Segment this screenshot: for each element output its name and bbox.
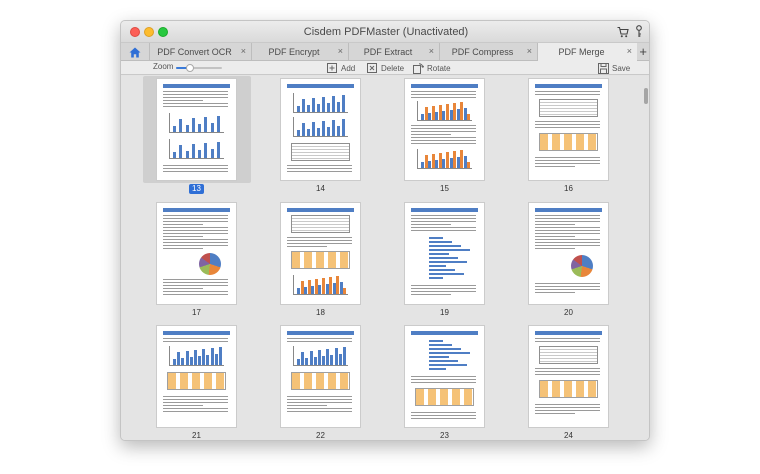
page-thumbnail-cell[interactable]: 21 (143, 323, 243, 440)
title-bar: Cisdem PDFMaster (Unactivated) (121, 21, 649, 43)
page-number-label: 13 (189, 184, 204, 194)
page-number: 13 (157, 184, 236, 194)
page-number-label: 19 (440, 308, 449, 317)
tab-pdf-compress[interactable]: PDF Compress × (439, 43, 537, 61)
tab-close-button[interactable]: × (527, 46, 532, 56)
page-thumbnail[interactable] (529, 326, 608, 427)
zoom-slider-knob[interactable] (185, 64, 194, 72)
page-thumbnail[interactable] (281, 79, 360, 180)
page-number: 16 (529, 184, 608, 194)
home-icon (129, 47, 141, 57)
tab-close-button[interactable]: × (338, 46, 343, 56)
page-number-label: 16 (564, 184, 573, 193)
page-thumbnail-cell[interactable]: 13 (143, 76, 251, 194)
page-number-label: 20 (564, 308, 573, 317)
rotate-button-label: Rotate (427, 63, 451, 73)
add-tab-button[interactable]: + (639, 44, 647, 59)
page-number-label: 14 (316, 184, 325, 193)
tab-bar: PDF Convert OCR × PDF Encrypt × PDF Extract ×… (121, 43, 649, 61)
page-number-label: 17 (192, 308, 201, 317)
delete-button[interactable]: Delete (367, 61, 404, 75)
page-thumbnail[interactable] (281, 203, 360, 304)
page-thumbnail[interactable] (405, 203, 484, 304)
add-button[interactable]: Add (327, 61, 355, 75)
save-button[interactable]: Save (598, 61, 630, 75)
tab-label: PDF Merge (558, 47, 605, 57)
page-thumbnail-cell[interactable]: 14 (267, 76, 367, 194)
tab-label: PDF Compress (451, 47, 514, 57)
page-number-label: 23 (440, 431, 449, 440)
page-thumbnail[interactable] (157, 203, 236, 304)
page-number: 17 (157, 308, 236, 318)
tab-close-button[interactable]: × (627, 46, 632, 56)
add-button-label: Add (341, 63, 356, 73)
page-thumbnail-cell[interactable]: 24 (515, 323, 615, 440)
page-number: 14 (281, 184, 360, 194)
tab-pdf-encrypt[interactable]: PDF Encrypt × (251, 43, 348, 61)
cart-icon[interactable] (617, 26, 629, 38)
page-thumbnail-cell[interactable]: 23 (391, 323, 491, 440)
page-number: 21 (157, 431, 236, 440)
rotate-icon (413, 62, 424, 74)
key-icon[interactable] (635, 25, 643, 38)
page-number: 23 (405, 431, 484, 440)
vertical-scrollbar[interactable] (644, 88, 648, 104)
page-number: 18 (281, 308, 360, 318)
page-thumbnail[interactable] (529, 79, 608, 180)
page-thumbnail-cell[interactable]: 15 (391, 76, 491, 194)
page-number-label: 22 (316, 431, 325, 440)
tab-close-button[interactable]: × (241, 46, 246, 56)
save-button-label: Save (612, 63, 631, 73)
app-window: Cisdem PDFMaster (Unactivated) PDF Conve… (120, 20, 650, 441)
tab-pdf-convert-ocr[interactable]: PDF Convert OCR × (149, 43, 251, 61)
zoom-label: Zoom (153, 62, 174, 71)
tab-pdf-extract[interactable]: PDF Extract × (348, 43, 439, 61)
page-number-label: 24 (564, 431, 573, 440)
tab-label: PDF Convert OCR (157, 47, 232, 57)
page-thumbnail-cell[interactable]: 16 (515, 76, 615, 194)
save-icon (598, 62, 609, 74)
page-number-label: 15 (440, 184, 449, 193)
page-number-label: 21 (192, 431, 201, 440)
delete-button-label: Delete (381, 63, 405, 73)
page-number: 22 (281, 431, 360, 440)
page-thumbnail[interactable] (281, 326, 360, 427)
page-thumbnail-cell[interactable]: 18 (267, 200, 367, 318)
rotate-button[interactable]: Rotate (413, 61, 451, 75)
page-number: 19 (405, 308, 484, 318)
page-grid: 13 14 15 16 17 18 19 20 21 22 23 24 (121, 76, 649, 440)
page-thumbnail[interactable] (529, 203, 608, 304)
home-tab[interactable] (121, 43, 149, 61)
window-title: Cisdem PDFMaster (Unactivated) (303, 26, 469, 38)
page-number: 24 (529, 431, 608, 440)
page-thumbnail[interactable] (157, 79, 236, 180)
zoom-slider[interactable] (176, 64, 222, 72)
page-number: 20 (529, 308, 608, 318)
toolbar: Zoom Add Delete Rotate Save (121, 61, 649, 75)
page-number-label: 18 (316, 308, 325, 317)
page-thumbnail-cell[interactable]: 19 (391, 200, 491, 318)
tab-pdf-merge[interactable]: PDF Merge × (537, 43, 637, 61)
delete-icon (367, 62, 377, 73)
page-thumbnail[interactable] (405, 326, 484, 427)
page-thumbnail-cell[interactable]: 17 (143, 200, 243, 318)
page-thumbnail[interactable] (405, 79, 484, 180)
page-thumbnail[interactable] (157, 326, 236, 427)
page-thumbnail-cell[interactable]: 20 (515, 200, 615, 318)
page-thumbnail-cell[interactable]: 22 (267, 323, 367, 440)
add-icon (327, 62, 337, 73)
tab-close-button[interactable]: × (429, 46, 434, 56)
tab-label: PDF Encrypt (268, 47, 320, 57)
page-number: 15 (405, 184, 484, 194)
tab-label: PDF Extract (363, 47, 413, 57)
